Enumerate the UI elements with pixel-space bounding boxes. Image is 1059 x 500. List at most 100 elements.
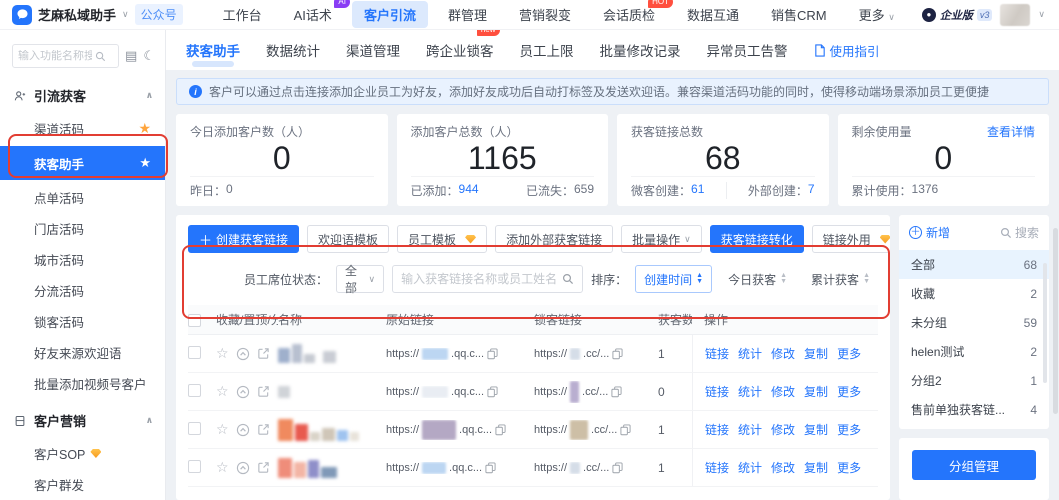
pin-top-icon[interactable] xyxy=(236,423,250,437)
search-icon[interactable] xyxy=(562,273,574,285)
group-manage-button[interactable]: 分组管理 xyxy=(912,450,1036,480)
sidebar-item-split-qr[interactable]: 分流活码 xyxy=(0,275,165,306)
sidebar-item-order-qr[interactable]: 点单活码 xyxy=(0,182,165,213)
edit-action[interactable]: 修改 xyxy=(771,383,795,400)
create-link-button[interactable]: ＋创建获客链接 xyxy=(188,225,299,253)
tab-batch-modify-log[interactable]: 批量修改记录 xyxy=(600,29,681,71)
sidebar-item-channel-qr[interactable]: 渠道活码★ xyxy=(0,113,165,144)
nav-group-management[interactable]: 群管理 xyxy=(436,1,499,28)
favorite-star-icon[interactable]: ★ xyxy=(139,155,151,171)
app-logo[interactable]: 芝麻私域助手 ∨ 公众号 xyxy=(0,4,193,25)
sidebar-item-store-qr[interactable]: 门店活码 xyxy=(0,213,165,244)
favorite-star-icon[interactable]: ★ xyxy=(138,120,151,137)
sort-by-today[interactable]: 今日获客▲▼ xyxy=(720,265,795,293)
stats-action[interactable]: 统计 xyxy=(738,459,762,476)
stats-action[interactable]: 统计 xyxy=(738,383,762,400)
view-details-link[interactable]: 查看详情 xyxy=(987,123,1035,140)
tab-cross-company-lock[interactable]: 跨企业锁客new xyxy=(426,29,494,71)
more-action[interactable]: 更多 xyxy=(837,421,861,438)
nav-marketing-fission[interactable]: 营销裂变 xyxy=(507,1,583,28)
link-search-input[interactable] xyxy=(401,272,556,286)
search-icon[interactable] xyxy=(95,51,106,62)
edit-action[interactable]: 修改 xyxy=(771,345,795,362)
group-search-button[interactable]: 搜索 xyxy=(1000,224,1039,241)
added-count-link[interactable]: 944 xyxy=(459,182,479,199)
nav-data-interop[interactable]: 数据互通 xyxy=(675,1,751,28)
sidebar-item-lock-qr[interactable]: 锁客活码 xyxy=(0,306,165,337)
row-checkbox[interactable] xyxy=(188,384,201,397)
weike-created-link[interactable]: 61 xyxy=(691,182,704,199)
seat-status-select[interactable]: 全部∨ xyxy=(336,265,384,293)
staff-template-button[interactable]: 员工模板 xyxy=(397,225,487,253)
sidebar-search-input[interactable] xyxy=(18,50,92,62)
copy-icon[interactable] xyxy=(612,348,623,360)
more-action[interactable]: 更多 xyxy=(837,383,861,400)
add-group-button[interactable]: ＋新增 xyxy=(909,224,950,241)
nav-more[interactable]: 更多 ∨ xyxy=(847,1,907,28)
tab-channel-management[interactable]: 渠道管理 xyxy=(346,29,400,71)
copy-action[interactable]: 复制 xyxy=(804,383,828,400)
copy-action[interactable]: 复制 xyxy=(804,459,828,476)
sidebar-item-customer-broadcast[interactable]: 客户群发 xyxy=(0,469,165,500)
usage-guide-link[interactable]: 使用指引 xyxy=(814,41,880,60)
panel-scrollbar[interactable] xyxy=(1043,263,1047,383)
user-avatar[interactable] xyxy=(1000,4,1030,26)
nav-workbench[interactable]: 工作台 xyxy=(211,1,274,28)
share-icon[interactable] xyxy=(257,423,270,436)
nav-customer-acquisition[interactable]: 客户引流 xyxy=(352,1,428,28)
group-item-ungrouped[interactable]: 未分组59 xyxy=(899,308,1049,337)
sidebar-item-acquisition-assistant[interactable]: 获客助手★ xyxy=(0,146,165,180)
sidebar-section-acquisition[interactable]: 引流获客 ∧ xyxy=(0,74,165,113)
share-icon[interactable] xyxy=(257,347,270,360)
group-item-presales[interactable]: 售前单独获客链...4 xyxy=(899,395,1049,424)
add-external-link-button[interactable]: 添加外部获客链接 xyxy=(495,225,613,253)
sidebar-item-batch-add-video[interactable]: 批量添加视频号客户 xyxy=(0,368,165,399)
tab-staff-limit[interactable]: 员工上限 xyxy=(520,29,574,71)
nav-sales-crm[interactable]: 销售CRM xyxy=(759,1,839,28)
row-checkbox[interactable] xyxy=(188,346,201,359)
group-item-favorites[interactable]: 收藏2 xyxy=(899,279,1049,308)
link-action[interactable]: 链接 xyxy=(705,345,729,362)
more-action[interactable]: 更多 xyxy=(837,459,861,476)
external-created-link[interactable]: 7 xyxy=(808,182,815,199)
favorite-star-icon[interactable]: ☆ xyxy=(216,421,229,438)
stats-action[interactable]: 统计 xyxy=(738,421,762,438)
row-checkbox[interactable] xyxy=(188,422,201,435)
select-all-checkbox[interactable] xyxy=(188,314,201,327)
nav-ai-script[interactable]: AI话术AI xyxy=(282,1,344,28)
copy-icon[interactable] xyxy=(487,348,498,360)
row-checkbox[interactable] xyxy=(188,460,201,473)
pin-top-icon[interactable] xyxy=(236,461,250,475)
section-collapse-icon[interactable]: ∧ xyxy=(146,415,153,426)
copy-icon[interactable] xyxy=(487,386,498,398)
dark-mode-moon-icon[interactable]: ☾ xyxy=(143,48,155,64)
sort-by-total[interactable]: 累计获客▲▼ xyxy=(803,265,878,293)
favorite-star-icon[interactable]: ☆ xyxy=(216,459,229,476)
sidebar-section-marketing[interactable]: 客户营销 ∧ xyxy=(0,399,165,438)
copy-icon[interactable] xyxy=(495,424,506,436)
sidebar-item-customer-sop[interactable]: 客户SOP xyxy=(0,438,165,469)
link-conversion-button[interactable]: 获客链接转化 xyxy=(710,225,804,253)
window-scrollbar[interactable] xyxy=(1053,228,1058,414)
share-icon[interactable] xyxy=(257,385,270,398)
pin-top-icon[interactable] xyxy=(236,347,250,361)
link-action[interactable]: 链接 xyxy=(705,421,729,438)
welcome-template-button[interactable]: 欢迎语模板 xyxy=(307,225,389,253)
favorite-star-icon[interactable]: ☆ xyxy=(216,345,229,362)
nav-chat-inspection[interactable]: 会话质检HOT xyxy=(591,1,667,28)
official-account-link[interactable]: 公众号 xyxy=(135,4,183,25)
batch-operation-dropdown[interactable]: 批量操作∨ xyxy=(621,225,702,253)
stats-action[interactable]: 统计 xyxy=(738,345,762,362)
group-item-helen-test[interactable]: helen测试2 xyxy=(899,337,1049,366)
tab-acquisition-assistant[interactable]: 获客助手 xyxy=(186,29,240,71)
panels-icon[interactable]: ▤ xyxy=(125,48,137,64)
group-item-all[interactable]: 全部68 xyxy=(899,250,1049,279)
sidebar-item-friend-source-welcome[interactable]: 好友来源欢迎语 xyxy=(0,337,165,368)
tab-data-statistics[interactable]: 数据统计 xyxy=(266,29,320,71)
app-chevron-down-icon[interactable]: ∨ xyxy=(122,9,129,20)
link-action[interactable]: 链接 xyxy=(705,383,729,400)
more-action[interactable]: 更多 xyxy=(837,345,861,362)
share-icon[interactable] xyxy=(257,461,270,474)
edit-action[interactable]: 修改 xyxy=(771,421,795,438)
copy-icon[interactable] xyxy=(620,424,631,436)
